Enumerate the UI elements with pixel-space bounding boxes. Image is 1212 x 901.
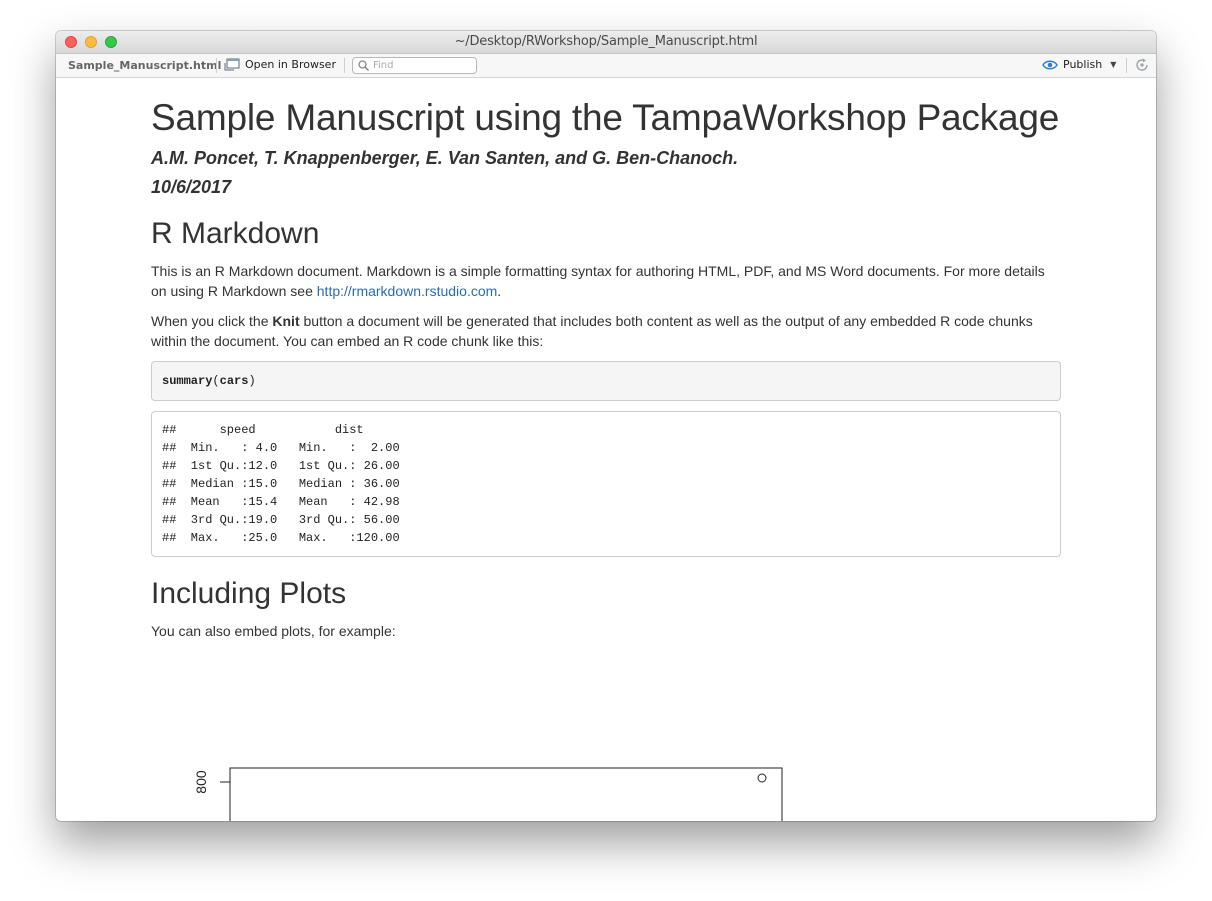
toolbar-divider (344, 58, 345, 73)
viewer-toolbar: Sample_Manuscript.html Open in Browser F… (56, 54, 1156, 78)
viewer-window: ~/Desktop/RWorkshop/Sample_Manuscript.ht… (56, 31, 1156, 821)
publish-label: Publish (1063, 58, 1103, 71)
refresh-button[interactable] (1134, 57, 1150, 76)
code-paren-close: ) (248, 374, 256, 388)
file-name-label: Sample_Manuscript.html (68, 59, 222, 72)
chevron-down-icon[interactable]: ▼ (1110, 60, 1116, 69)
output-line: ## 3rd Qu.:19.0 3rd Qu.: 56.00 (162, 513, 415, 527)
code-output: ## speed dist ## Min. : 4.0 Min. : 2.00 … (151, 411, 1061, 557)
code-argument: cars (219, 374, 249, 388)
paragraph-knit: When you click the Knit button a documen… (151, 311, 1061, 351)
toolbar-divider (216, 58, 217, 73)
y-tick-label: 800 (193, 770, 209, 794)
paragraph-intro-end: . (497, 283, 502, 299)
section-heading-including-plots: Including Plots (151, 577, 347, 610)
paragraph-knit-before: When you click the (151, 313, 273, 329)
embedded-plot: 800 (193, 767, 783, 821)
code-paren-open: ( (212, 374, 220, 388)
refresh-icon (1136, 58, 1148, 71)
document-body: Sample Manuscript using the TampaWorksho… (151, 78, 1061, 641)
output-line: ## Max. :25.0 Max. :120.00 (162, 531, 415, 545)
plot-frame (229, 767, 783, 821)
output-line: ## Min. : 4.0 Min. : 2.00 (162, 441, 415, 455)
open-in-browser-label: Open in Browser (245, 58, 336, 71)
paragraph-intro-text: This is an R Markdown document. Markdown… (151, 263, 1045, 299)
open-in-browser-icon (224, 58, 240, 71)
code-chunk: summary(cars) (151, 361, 1061, 401)
publish-icon (1042, 60, 1058, 69)
toolbar-divider (1126, 58, 1127, 73)
publish-button[interactable]: Publish ▼ (1042, 58, 1116, 71)
output-line: ## Median :15.0 Median : 36.00 (162, 477, 415, 491)
section-heading-r-markdown: R Markdown (151, 217, 320, 250)
code-function: summary (162, 374, 213, 388)
output-line: ## speed dist (162, 423, 415, 437)
knit-bold: Knit (272, 313, 300, 329)
title-bar: ~/Desktop/RWorkshop/Sample_Manuscript.ht… (56, 31, 1156, 54)
paragraph-plots: You can also embed plots, for example: (151, 623, 396, 639)
data-point (757, 773, 767, 783)
output-line: ## Mean :15.4 Mean : 42.98 (162, 495, 415, 509)
document-title: Sample Manuscript using the TampaWorksho… (151, 97, 1060, 138)
find-input[interactable]: Find (352, 57, 477, 74)
rmarkdown-link[interactable]: http://rmarkdown.rstudio.com (317, 283, 498, 299)
paragraph-intro: This is an R Markdown document. Markdown… (151, 261, 1061, 301)
search-icon (358, 60, 369, 71)
find-placeholder: Find (373, 60, 394, 71)
document-date: 10/6/2017 (151, 177, 232, 197)
output-line: ## 1st Qu.:12.0 1st Qu.: 26.00 (162, 459, 415, 473)
document-authors: A.M. Poncet, T. Knappenberger, E. Van Sa… (151, 148, 739, 168)
window-title: ~/Desktop/RWorkshop/Sample_Manuscript.ht… (454, 34, 758, 49)
open-in-browser-button[interactable]: Open in Browser (224, 58, 336, 71)
